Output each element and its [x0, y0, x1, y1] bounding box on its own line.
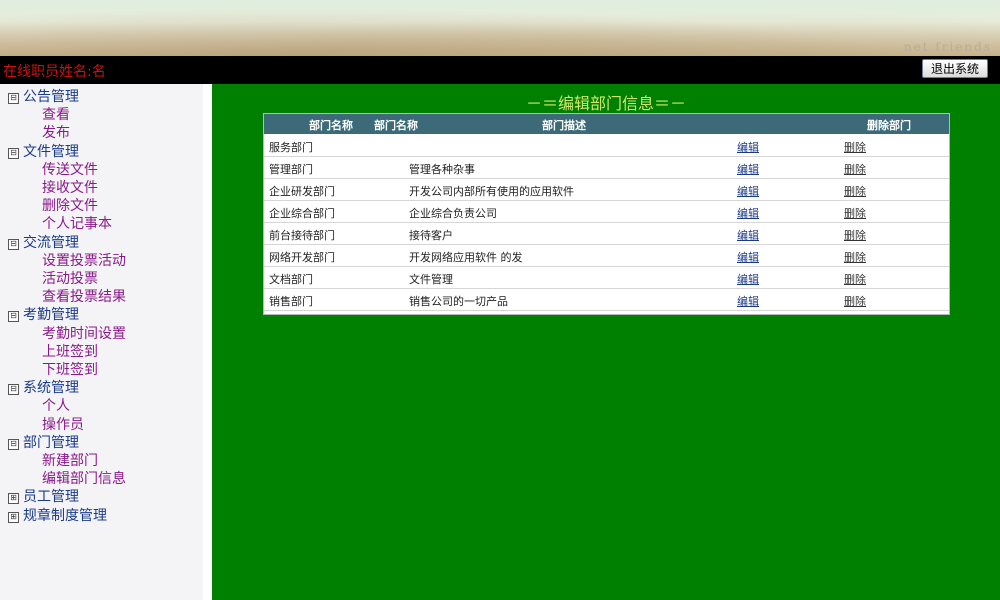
dept-desc-cell: 接待客户	[409, 229, 453, 242]
sidebar-group-2[interactable]: ⊟ 交流管理	[8, 232, 79, 252]
sidebar-item[interactable]: 考勤时间设置	[42, 323, 126, 343]
sidebar-group-6[interactable]: ⊞ 员工管理	[8, 486, 79, 506]
expand-icon[interactable]: ⊞	[8, 493, 19, 505]
banner-watermark: net friends	[903, 40, 992, 54]
edit-link[interactable]: 编辑	[737, 139, 759, 155]
dept-name-cell: 服务部门	[269, 141, 313, 154]
sidebar-item[interactable]: 编辑部门信息	[42, 468, 126, 488]
sidebar-group-label: 文件管理	[23, 143, 79, 160]
sidebar-group-3[interactable]: ⊟ 考勤管理	[8, 304, 79, 324]
edit-link[interactable]: 编辑	[737, 227, 759, 243]
edit-link[interactable]: 编辑	[737, 249, 759, 265]
sidebar-group-label: 考勤管理	[23, 307, 79, 324]
sidebar-item[interactable]: 操作员	[42, 414, 84, 434]
dept-name-cell: 前台接待部门	[269, 229, 335, 242]
collapse-icon[interactable]: ⊟	[8, 238, 19, 250]
header-dept-desc: 部门描述	[542, 119, 586, 132]
dept-desc-cell: 企业综合负责公司	[409, 207, 497, 220]
collapse-icon[interactable]: ⊟	[8, 147, 19, 159]
table-row: 销售部门 销售公司的一切产品 编辑 删除	[264, 289, 949, 311]
top-banner: net friends	[0, 0, 1000, 56]
sidebar-group-1[interactable]: ⊟ 文件管理	[8, 141, 79, 161]
edit-link[interactable]: 编辑	[737, 293, 759, 309]
sidebar-item[interactable]: 查看	[42, 104, 70, 124]
dept-name-cell: 企业研发部门	[269, 185, 335, 198]
table-row: 服务部门 编辑 删除	[264, 135, 949, 157]
sidebar-group-label: 规章制度管理	[23, 507, 107, 524]
table-row: 网络开发部门 开发网络应用软件 的发 编辑 删除	[264, 245, 949, 267]
collapse-icon[interactable]: ⊟	[8, 438, 19, 450]
edit-link[interactable]: 编辑	[737, 161, 759, 177]
sidebar-group-label: 系统管理	[23, 380, 79, 397]
dept-desc-cell: 开发网络应用软件 的发	[409, 251, 523, 264]
sidebar-group-5[interactable]: ⊟ 部门管理	[8, 432, 79, 452]
sidebar-item[interactable]: 传送文件	[42, 159, 98, 179]
sidebar-divider	[203, 84, 212, 600]
edit-link[interactable]: 编辑	[737, 271, 759, 287]
sidebar-group-label: 员工管理	[23, 489, 79, 506]
dept-name-cell: 管理部门	[269, 163, 313, 176]
sidebar-item[interactable]: 下班签到	[42, 359, 98, 379]
collapse-icon[interactable]: ⊟	[8, 384, 19, 396]
sidebar-group-4[interactable]: ⊟ 系统管理	[8, 377, 79, 397]
dept-desc-cell: 管理各种杂事	[409, 163, 475, 176]
sidebar-item[interactable]: 个人记事本	[42, 213, 112, 233]
delete-link[interactable]: 删除	[844, 249, 866, 265]
dept-desc-cell: 销售公司的一切产品	[409, 295, 508, 308]
main-content: －＝编辑部门信息＝－ 部门名称 部门名称 部门描述 删除部门 服务部门 编辑 删除管…	[212, 84, 1000, 600]
sidebar-group-label: 公告管理	[23, 89, 79, 105]
logout-button[interactable]: 退出系统	[921, 59, 988, 78]
delete-link[interactable]: 删除	[844, 139, 866, 155]
table-row: 企业综合部门 企业综合负责公司 编辑 删除	[264, 201, 949, 223]
page-title: －＝编辑部门信息＝－	[525, 94, 686, 113]
sidebar-item[interactable]: 个人	[42, 395, 70, 415]
table-row: 文档部门 文件管理 编辑 删除	[264, 267, 949, 289]
delete-link[interactable]: 删除	[844, 183, 866, 199]
dept-desc-cell: 开发公司内部所有使用的应用软件	[409, 185, 574, 198]
sidebar-group-label: 部门管理	[23, 434, 79, 451]
edit-link[interactable]: 编辑	[737, 205, 759, 221]
table-row: 管理部门 管理各种杂事 编辑 删除	[264, 157, 949, 179]
delete-link[interactable]: 删除	[844, 293, 866, 309]
department-table: 部门名称 部门名称 部门描述 删除部门 服务部门 编辑 删除 管理部门 管理各种杂事 编辑…	[263, 113, 950, 315]
sidebar-item[interactable]: 发布	[42, 122, 70, 142]
delete-link[interactable]: 删除	[844, 161, 866, 177]
sidebar-item[interactable]: 查看投票结果	[42, 286, 126, 306]
sidebar-group-0[interactable]: ⊟ 公告管理	[8, 86, 79, 106]
sidebar-item[interactable]: 新建部门	[42, 450, 98, 470]
header-dept-name-2: 部门名称	[374, 119, 418, 132]
dept-name-cell: 企业综合部门	[269, 207, 335, 220]
header-delete-dept: 删除部门	[867, 119, 911, 132]
collapse-icon[interactable]: ⊟	[8, 311, 19, 323]
online-user-label: 在线职员姓名:名	[3, 64, 106, 80]
header-dept-name: 部门名称	[309, 119, 353, 132]
dept-name-cell: 销售部门	[269, 295, 313, 308]
dept-desc-cell: 文件管理	[409, 273, 453, 286]
user-bar: 在线职员姓名:名 退出系统	[0, 56, 1000, 84]
collapse-icon[interactable]: ⊟	[8, 93, 19, 104]
sidebar-item[interactable]: 设置投票活动	[42, 250, 126, 270]
table-header: 部门名称 部门名称 部门描述 删除部门	[264, 114, 949, 134]
sidebar-item[interactable]: 上班签到	[42, 341, 98, 361]
sidebar-item[interactable]: 活动投票	[42, 268, 98, 288]
table-row: 前台接待部门 接待客户 编辑 删除	[264, 223, 949, 245]
expand-icon[interactable]: ⊞	[8, 511, 19, 523]
delete-link[interactable]: 删除	[844, 271, 866, 287]
delete-link[interactable]: 删除	[844, 205, 866, 221]
table-row: 企业研发部门 开发公司内部所有使用的应用软件 编辑 删除	[264, 179, 949, 201]
sidebar-item[interactable]: 接收文件	[42, 177, 98, 197]
sidebar-group-label: 交流管理	[23, 234, 79, 251]
delete-link[interactable]: 删除	[844, 227, 866, 243]
sidebar-tree: ⊟ 公告管理 查看 发布 ⊟ 文件管理 传送文件 接收文件 删除文件 个人记事本 ⊟ 交流管理 设置投票…	[0, 84, 203, 600]
sidebar-item[interactable]: 删除文件	[42, 195, 98, 215]
dept-name-cell: 文档部门	[269, 273, 313, 286]
sidebar-group-7[interactable]: ⊞ 规章制度管理	[8, 505, 107, 525]
dept-name-cell: 网络开发部门	[269, 251, 335, 264]
edit-link[interactable]: 编辑	[737, 183, 759, 199]
